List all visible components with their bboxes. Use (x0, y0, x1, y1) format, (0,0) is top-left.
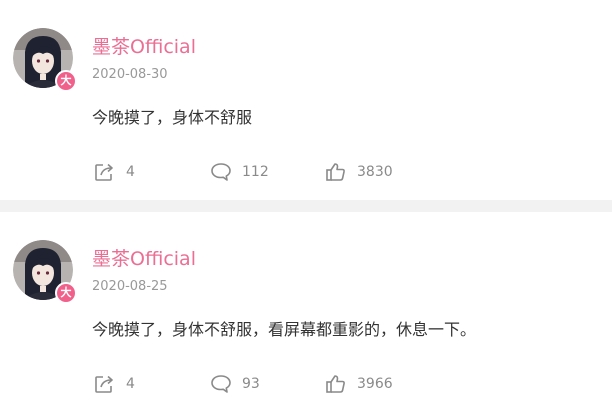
avatar[interactable]: 大 (13, 28, 77, 92)
share-count: 4 (126, 376, 135, 392)
comment-icon (211, 163, 231, 181)
like-button[interactable]: 3830 (325, 158, 393, 186)
post-feed: 大 墨茶Official 2020-08-30 今晚摸了，身体不舒服 4 112 (0, 0, 612, 410)
share-button[interactable]: 4 (94, 370, 135, 398)
post-actions: 4 112 3830 (0, 158, 612, 186)
thumbs-up-icon (326, 375, 345, 393)
share-count: 4 (126, 164, 135, 180)
comment-count: 112 (242, 164, 269, 180)
username[interactable]: 墨茶Official (92, 32, 196, 59)
verified-badge-icon: 大 (55, 70, 77, 92)
post-actions: 4 93 3966 (0, 370, 612, 398)
post-content: 今晚摸了，身体不舒服，看屏幕都重影的，休息一下。 (92, 320, 477, 339)
post-date: 2020-08-30 (92, 67, 168, 82)
like-count: 3966 (357, 376, 393, 392)
comment-count: 93 (242, 376, 260, 392)
comment-icon (211, 375, 231, 393)
verified-badge-icon: 大 (55, 282, 77, 304)
like-count: 3830 (357, 164, 393, 180)
post-divider (0, 200, 612, 212)
thumbs-up-icon (326, 163, 345, 181)
share-button[interactable]: 4 (94, 158, 135, 186)
avatar[interactable]: 大 (13, 240, 77, 304)
like-button[interactable]: 3966 (325, 370, 393, 398)
comment-button[interactable]: 112 (210, 158, 269, 186)
post-content: 今晚摸了，身体不舒服 (92, 108, 253, 127)
username[interactable]: 墨茶Official (92, 244, 196, 271)
comment-button[interactable]: 93 (210, 370, 260, 398)
post-date: 2020-08-25 (92, 279, 168, 294)
post-card: 大 墨茶Official 2020-08-25 今晚摸了，身体不舒服，看屏幕都重… (0, 212, 612, 410)
share-icon (95, 375, 113, 393)
share-icon (95, 163, 113, 181)
post-card: 大 墨茶Official 2020-08-30 今晚摸了，身体不舒服 4 112 (0, 0, 612, 200)
